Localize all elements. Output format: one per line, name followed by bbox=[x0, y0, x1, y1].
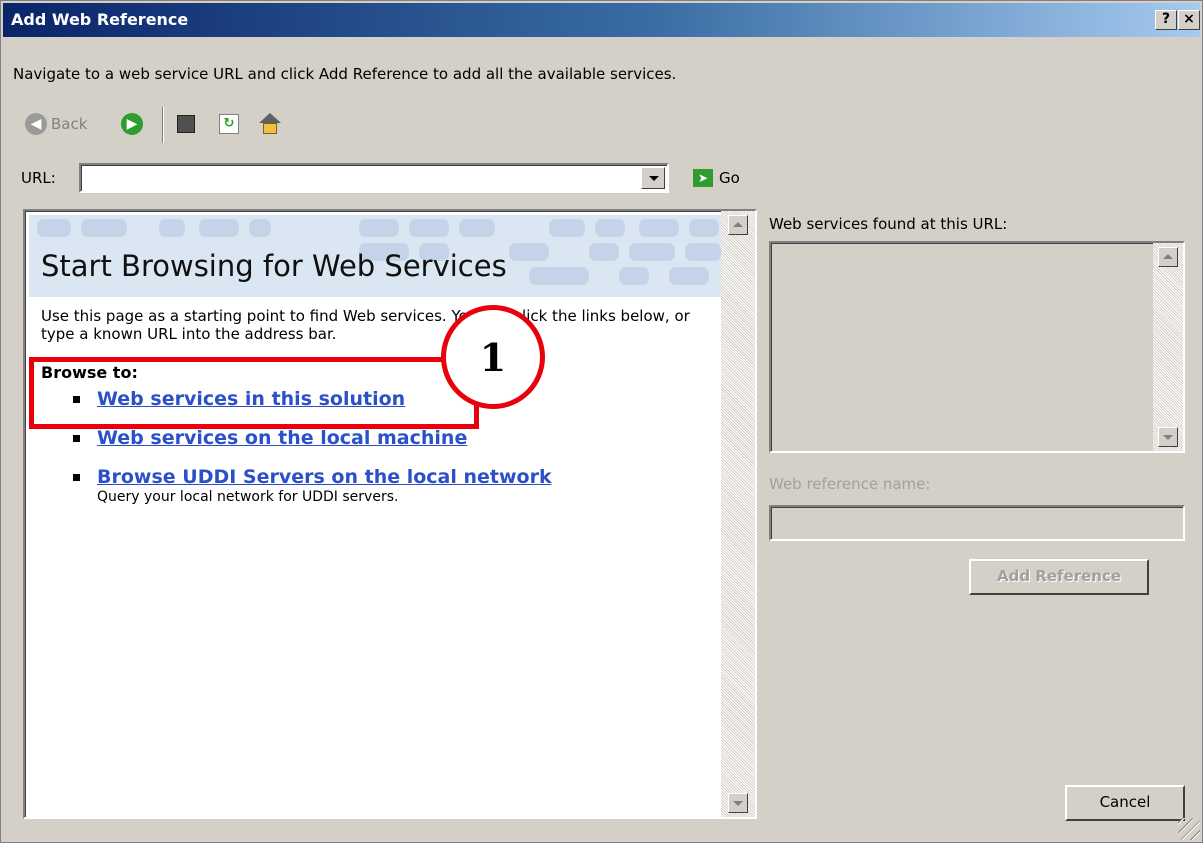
back-icon: ◀ bbox=[25, 113, 47, 135]
uddi-description: Query your local network for UDDI server… bbox=[97, 489, 399, 505]
go-label: Go bbox=[719, 169, 740, 187]
browser-pane: Start Browsing for Web Services Use this… bbox=[23, 209, 757, 819]
add-web-reference-dialog: Add Web Reference ? × Navigate to a web … bbox=[0, 0, 1203, 843]
back-button[interactable]: ◀ Back bbox=[25, 107, 87, 141]
bullet-icon bbox=[73, 435, 80, 442]
cancel-button[interactable]: Cancel bbox=[1065, 785, 1185, 821]
stop-button[interactable] bbox=[177, 107, 195, 141]
scroll-down-button[interactable] bbox=[1158, 427, 1178, 447]
browser-content: Use this page as a starting point to fin… bbox=[41, 307, 721, 522]
go-button[interactable]: ➤ Go bbox=[693, 169, 740, 187]
browser-scrollbar[interactable] bbox=[721, 211, 755, 817]
close-button[interactable]: × bbox=[1178, 10, 1200, 30]
help-button[interactable]: ? bbox=[1155, 10, 1177, 30]
link-web-services-local-machine[interactable]: Web services on the local machine bbox=[97, 427, 467, 449]
found-list-scrollbar[interactable] bbox=[1153, 243, 1183, 451]
reference-name-field[interactable] bbox=[769, 505, 1185, 541]
scroll-up-button[interactable] bbox=[1158, 247, 1178, 267]
back-label: Back bbox=[51, 115, 88, 133]
intro-text: Use this page as a starting point to fin… bbox=[41, 307, 690, 343]
url-label: URL: bbox=[21, 169, 56, 187]
window-title: Add Web Reference bbox=[11, 10, 189, 29]
home-icon bbox=[259, 113, 281, 135]
banner-title: Start Browsing for Web Services bbox=[41, 249, 507, 283]
bullet-icon bbox=[73, 474, 80, 481]
resize-grip-icon[interactable] bbox=[1178, 818, 1200, 840]
step-number-callout: 1 bbox=[441, 305, 545, 409]
add-reference-button[interactable]: Add Reference bbox=[969, 559, 1149, 595]
url-dropdown-button[interactable] bbox=[641, 167, 665, 189]
scroll-up-button[interactable] bbox=[728, 215, 748, 235]
url-combobox[interactable] bbox=[79, 163, 669, 193]
stop-icon bbox=[177, 115, 195, 133]
link-browse-uddi-servers[interactable]: Browse UDDI Servers on the local network bbox=[97, 466, 552, 488]
reference-name-label: Web reference name: bbox=[769, 475, 931, 493]
start-banner: Start Browsing for Web Services bbox=[29, 215, 725, 297]
go-arrow-icon: ➤ bbox=[693, 169, 713, 187]
browse-to-heading: Browse to: bbox=[41, 363, 138, 382]
url-input[interactable] bbox=[83, 166, 638, 190]
browse-links: Web services in this solution Web servic… bbox=[41, 388, 721, 505]
link-web-services-solution[interactable]: Web services in this solution bbox=[97, 388, 405, 410]
toolbar-separator bbox=[162, 107, 164, 143]
found-services-label: Web services found at this URL: bbox=[769, 215, 1008, 233]
bullet-icon bbox=[73, 396, 80, 403]
title-bar[interactable]: Add Web Reference ? × bbox=[3, 3, 1200, 37]
refresh-icon: ↻ bbox=[219, 114, 239, 134]
forward-button[interactable]: ▶ bbox=[121, 107, 143, 141]
list-item: Web services on the local machine bbox=[41, 427, 721, 449]
forward-icon: ▶ bbox=[121, 113, 143, 135]
found-services-list[interactable] bbox=[769, 241, 1185, 453]
refresh-button[interactable]: ↻ bbox=[219, 107, 239, 141]
instruction-text: Navigate to a web service URL and click … bbox=[13, 65, 677, 83]
scroll-down-button[interactable] bbox=[728, 793, 748, 813]
list-item: Browse UDDI Servers on the local network… bbox=[41, 466, 721, 505]
home-button[interactable] bbox=[259, 107, 281, 141]
list-item: Web services in this solution bbox=[41, 388, 721, 410]
